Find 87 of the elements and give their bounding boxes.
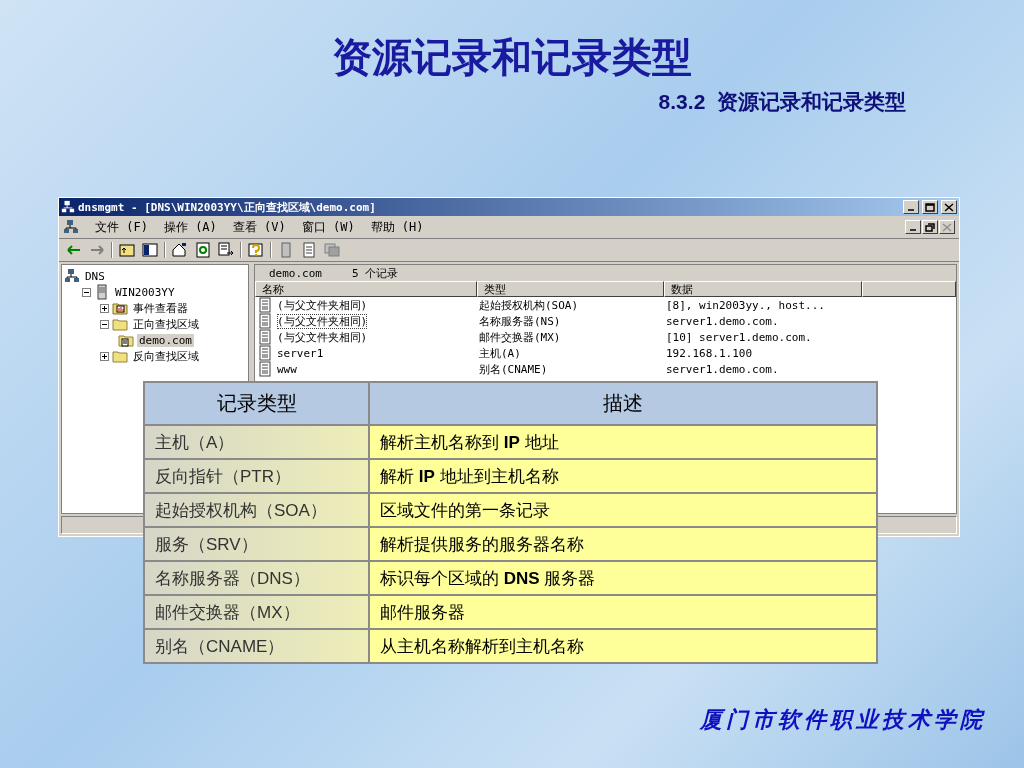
table-cell: 邮件交换器（MX）: [144, 595, 369, 629]
tree-item[interactable]: DNS: [83, 269, 107, 283]
help-icon[interactable]: [248, 242, 264, 258]
table-cell: 解析 IP 地址到主机名称: [369, 459, 877, 493]
record-data: [8], win2003yy., host...: [665, 297, 826, 313]
network-computer-icon: [61, 200, 75, 214]
menu-item[interactable]: 文件 (F): [95, 218, 148, 236]
event-viewer-icon: [112, 300, 128, 316]
up-folder-icon[interactable]: [119, 242, 135, 258]
folder-icon: [112, 316, 128, 332]
network-computer-icon: [64, 268, 80, 284]
record-name[interactable]: (与父文件夹相同): [277, 297, 368, 313]
column-header[interactable]: 类型: [477, 281, 664, 297]
minimize-button[interactable]: [905, 220, 921, 234]
tree-item[interactable]: demo.com: [137, 333, 194, 347]
table-cell: 别名（CNAME）: [144, 629, 369, 663]
close-icon: [942, 222, 952, 232]
collapse-icon[interactable]: [100, 319, 109, 329]
record-icon: [257, 313, 273, 329]
record-data: server1.demo.com.: [665, 361, 780, 377]
minimize-icon: [908, 209, 914, 211]
record-data: server1.demo.com.: [665, 313, 780, 329]
record-list-icon[interactable]: [301, 242, 317, 258]
server-icon: [94, 284, 110, 300]
close-button[interactable]: [939, 220, 955, 234]
maximize-button[interactable]: [922, 200, 938, 214]
record-name[interactable]: www: [277, 362, 297, 376]
column-header[interactable]: 数据: [664, 281, 862, 297]
expand-icon[interactable]: [100, 303, 109, 313]
record-data: [10] server1.demo.com.: [665, 329, 813, 345]
properties-icon[interactable]: [172, 242, 188, 258]
tree-item[interactable]: WIN2003YY: [113, 285, 177, 299]
column-header: 记录类型: [144, 382, 369, 425]
table-cell: 邮件服务器: [369, 595, 877, 629]
column-header: 描述: [369, 382, 877, 425]
table-cell: 起始授权机构（SOA）: [144, 493, 369, 527]
export-list-icon[interactable]: [218, 242, 234, 258]
table-cell: 主机（A）: [144, 425, 369, 459]
menu-item[interactable]: 查看 (V): [232, 218, 286, 236]
collapse-icon[interactable]: [82, 287, 91, 297]
record-type: 主机(A): [478, 345, 522, 361]
record-count: 5 个记录: [352, 265, 399, 281]
expand-icon[interactable]: [100, 351, 109, 361]
table-cell: 名称服务器（DNS）: [144, 561, 369, 595]
section-heading: 8.3.2 资源记录和记录类型: [658, 89, 906, 115]
restore-button[interactable]: [922, 220, 938, 234]
network-computer-icon: [63, 219, 79, 235]
record-icon: [257, 345, 273, 361]
table-cell: 反向指针（PTR）: [144, 459, 369, 493]
refresh-icon[interactable]: [195, 242, 211, 258]
table-cell: 解析提供服务的服务器名称: [369, 527, 877, 561]
close-button[interactable]: [941, 200, 957, 214]
zone-name: demo.com: [269, 266, 322, 280]
record-type: 别名(CNAME): [478, 361, 549, 377]
record-type: 起始授权机构(SOA): [478, 297, 580, 313]
slide-title: 资源记录和记录类型: [331, 34, 693, 82]
tree-item[interactable]: 事件查看器: [131, 300, 190, 316]
record-icon: [257, 297, 273, 313]
school-name: 厦门市软件职业技术学院: [700, 706, 986, 734]
zone-folder-icon: [118, 332, 134, 348]
record-icon: [257, 361, 273, 377]
table-cell: 区域文件的第一条记录: [369, 493, 877, 527]
record-name[interactable]: (与父文件夹相同): [277, 313, 368, 329]
record-type: 邮件交换器(MX): [478, 329, 562, 345]
window-title: dnsmgmt - [DNS\WIN2003YY\正向查找区域\demo.com]: [78, 199, 377, 215]
record-data: 192.168.1.100: [665, 345, 754, 361]
table-cell: 解析主机名称到 IP 地址: [369, 425, 877, 459]
pane-icon[interactable]: [142, 242, 158, 258]
tree-item[interactable]: 正向查找区域: [131, 316, 201, 332]
menu-item[interactable]: 窗口 (W): [301, 218, 355, 236]
table-cell: 从主机名称解析到主机名称: [369, 629, 877, 663]
table-cell: 标识每个区域的 DNS 服务器: [369, 561, 877, 595]
table-cell: 服务（SRV）: [144, 527, 369, 561]
restore-icon: [925, 222, 935, 232]
record-name[interactable]: (与父文件夹相同): [277, 329, 368, 345]
record-type: 名称服务器(NS): [478, 313, 562, 329]
minimize-button[interactable]: [903, 200, 919, 214]
close-icon: [944, 202, 954, 212]
menu-item[interactable]: 帮助 (H): [370, 218, 424, 236]
tree-item[interactable]: 反向查找区域: [131, 348, 201, 364]
column-header[interactable]: 名称: [255, 281, 477, 297]
record-icon: [257, 329, 273, 345]
folder-icon: [112, 348, 128, 364]
menu-item[interactable]: 操作 (A): [163, 218, 217, 236]
record-name[interactable]: server1: [277, 346, 324, 360]
maximize-icon: [925, 202, 935, 212]
minimize-icon: [910, 229, 916, 231]
